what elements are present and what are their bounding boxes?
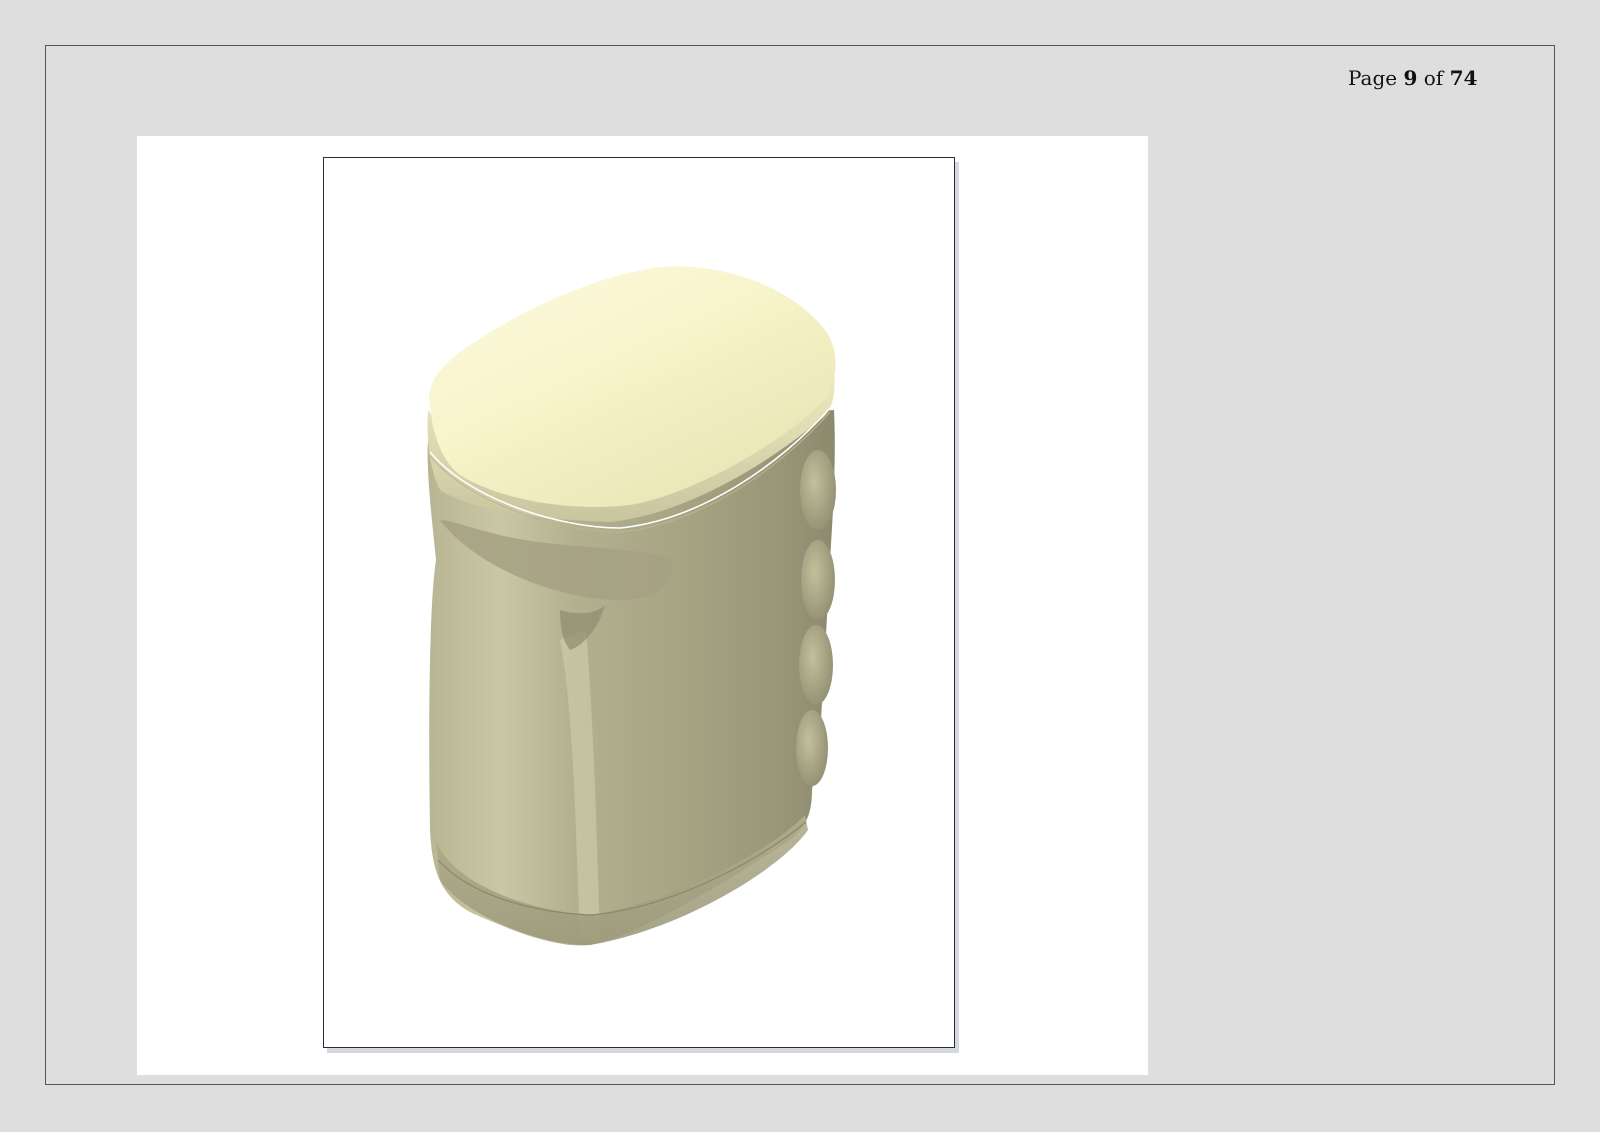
container-render-image — [427, 266, 836, 946]
